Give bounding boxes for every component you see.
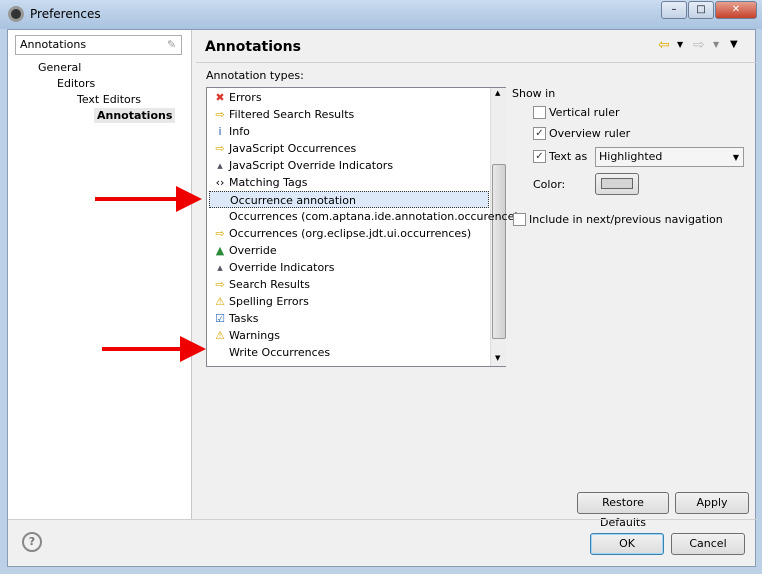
vertical-ruler-label: Vertical ruler xyxy=(549,106,620,119)
red-arrowhead xyxy=(180,336,206,362)
text-as-dropdown[interactable]: Highlighted ▼ xyxy=(595,147,744,167)
page-title: Annotations xyxy=(205,39,301,55)
list-item[interactable]: ⚠ Warnings xyxy=(209,327,489,344)
annotation-types-label: Annotation types: xyxy=(206,69,304,82)
arrow-right-icon: ⇨ xyxy=(215,278,225,291)
list-item-label: JavaScript Occurrences xyxy=(229,142,357,155)
list-item[interactable]: ⇨ Filtered Search Results xyxy=(209,106,489,123)
list-item-label: Tasks xyxy=(229,312,259,325)
color-label: Color: xyxy=(533,178,566,191)
warning-icon: ⚠ xyxy=(215,329,225,342)
forward-icon[interactable]: ⇨ xyxy=(693,37,705,53)
triangle-up-icon: ▲ xyxy=(215,244,225,257)
page-header: Annotations ⇦ ▼ ⇨ ▼ ▼ xyxy=(196,31,756,63)
list-item[interactable]: Occurrences (com.aptana.ide.annotation.o… xyxy=(209,208,519,225)
list-item[interactable]: ⇨ JavaScript Occurrences xyxy=(209,140,489,157)
tree-item-editors[interactable]: Editors xyxy=(57,77,95,90)
arrow-right-icon: ⇨ xyxy=(215,142,225,155)
red-arrowhead xyxy=(176,186,202,212)
back-menu-icon[interactable]: ▼ xyxy=(677,40,683,49)
list-item[interactable]: ☑ Tasks xyxy=(209,310,489,327)
color-swatch xyxy=(601,178,633,189)
filter-input[interactable]: Annotations xyxy=(15,35,182,55)
restore-defaults-button[interactable]: Restore Defaults xyxy=(577,492,669,529)
scrollbar-thumb[interactable] xyxy=(492,164,506,339)
apply-button[interactable]: Apply xyxy=(675,492,749,514)
divider xyxy=(8,519,757,520)
list-item[interactable]: ⇨ Search Results xyxy=(209,276,489,293)
list-item-label: Errors xyxy=(229,91,262,104)
angle-brackets-icon: ‹› xyxy=(215,176,225,189)
ok-button[interactable]: OK xyxy=(590,533,664,555)
arrow-right-icon: ⇨ xyxy=(215,227,225,240)
preference-tree-panel: Annotations ✎ General Editors Text Edito… xyxy=(8,30,192,519)
list-item-label: Search Results xyxy=(229,278,311,291)
overview-ruler-label: Overview ruler xyxy=(549,127,631,140)
list-item[interactable]: ▴ JavaScript Override Indicators xyxy=(209,157,489,174)
list-item-label: Filtered Search Results xyxy=(229,108,355,121)
list-item[interactable]: ✖ Errors xyxy=(209,89,489,106)
text-as-value: Highlighted xyxy=(599,150,663,163)
clear-filter-icon[interactable]: ✎ xyxy=(167,38,176,51)
list-item-label: Override Indicators xyxy=(229,261,335,274)
tree-item-text-editors[interactable]: Text Editors xyxy=(77,93,141,106)
window-title: Preferences xyxy=(30,7,101,21)
title-bar: Preferences – □ ✕ xyxy=(0,0,762,29)
list-item[interactable]: ‹› Matching Tags xyxy=(209,174,489,191)
list-item-label: Info xyxy=(229,125,250,138)
tree-item-annotations[interactable]: Annotations xyxy=(94,108,176,123)
close-button[interactable]: ✕ xyxy=(715,1,757,19)
red-arrow-annotation xyxy=(95,197,180,201)
list-item[interactable]: Write Occurrences xyxy=(209,344,489,361)
list-item-label: Override xyxy=(229,244,277,257)
tree-item-general[interactable]: General xyxy=(38,61,81,74)
list-item-label: JavaScript Override Indicators xyxy=(229,159,394,172)
warning-icon: ⚠ xyxy=(215,295,225,308)
list-item-label: Spelling Errors xyxy=(229,295,309,308)
overview-ruler-checkbox[interactable]: ✓ xyxy=(533,127,546,140)
list-item-label: Matching Tags xyxy=(229,176,308,189)
vertical-ruler-checkbox[interactable] xyxy=(533,106,546,119)
list-item[interactable]: ▲ Override xyxy=(209,242,489,259)
list-item[interactable]: ⚠ Spelling Errors xyxy=(209,293,489,310)
arrow-right-icon: ⇨ xyxy=(215,108,225,121)
include-navigation-checkbox[interactable] xyxy=(513,213,526,226)
info-icon: i xyxy=(218,125,222,138)
cancel-button[interactable]: Cancel xyxy=(671,533,745,555)
app-icon xyxy=(8,6,24,22)
maximize-button[interactable]: □ xyxy=(688,1,714,19)
dialog-body: Annotations ✎ General Editors Text Edito… xyxy=(7,29,757,567)
task-icon: ☑ xyxy=(215,312,225,325)
list-item-label: Write Occurrences xyxy=(229,346,331,359)
list-item-label: Occurrences (org.eclipse.jdt.ui.occurren… xyxy=(229,227,472,240)
list-item-label: Occurrence annotation xyxy=(230,194,356,207)
back-icon[interactable]: ⇦ xyxy=(658,37,670,53)
list-item[interactable]: ▴ Override Indicators xyxy=(209,259,489,276)
scroll-up-icon[interactable]: ▲ xyxy=(495,89,500,97)
triangle-up-icon: ▴ xyxy=(217,261,223,274)
text-as-checkbox[interactable]: ✓ xyxy=(533,150,546,163)
color-picker-button[interactable] xyxy=(595,173,639,195)
red-arrow-annotation xyxy=(102,347,184,351)
list-item[interactable]: i Info xyxy=(209,123,489,140)
chevron-down-icon: ▼ xyxy=(732,153,739,162)
list-item-label: Warnings xyxy=(229,329,280,342)
text-as-label: Text as xyxy=(549,150,588,163)
error-icon: ✖ xyxy=(215,91,225,104)
list-item[interactable]: Occurrence annotation xyxy=(209,191,489,208)
forward-menu-icon[interactable]: ▼ xyxy=(713,40,719,49)
annotation-types-list[interactable]: ▲ ▼ ✖ Errors ⇨ Filtered Search Results i Info… xyxy=(206,87,519,367)
include-navigation-label: Include in next/previous navigation xyxy=(529,213,723,226)
show-in-label: Show in xyxy=(512,87,556,100)
scrollbar[interactable]: ▲ ▼ xyxy=(490,88,506,366)
help-icon[interactable]: ? xyxy=(22,532,42,552)
view-menu-icon[interactable]: ▼ xyxy=(730,39,738,50)
scroll-down-icon[interactable]: ▼ xyxy=(495,354,500,362)
minimize-button[interactable]: – xyxy=(661,1,687,19)
triangle-up-icon: ▴ xyxy=(217,159,223,172)
list-item[interactable]: ⇨ Occurrences (org.eclipse.jdt.ui.occurre… xyxy=(209,225,489,242)
list-item-label: Occurrences (com.aptana.ide.annotation.o… xyxy=(229,210,519,223)
